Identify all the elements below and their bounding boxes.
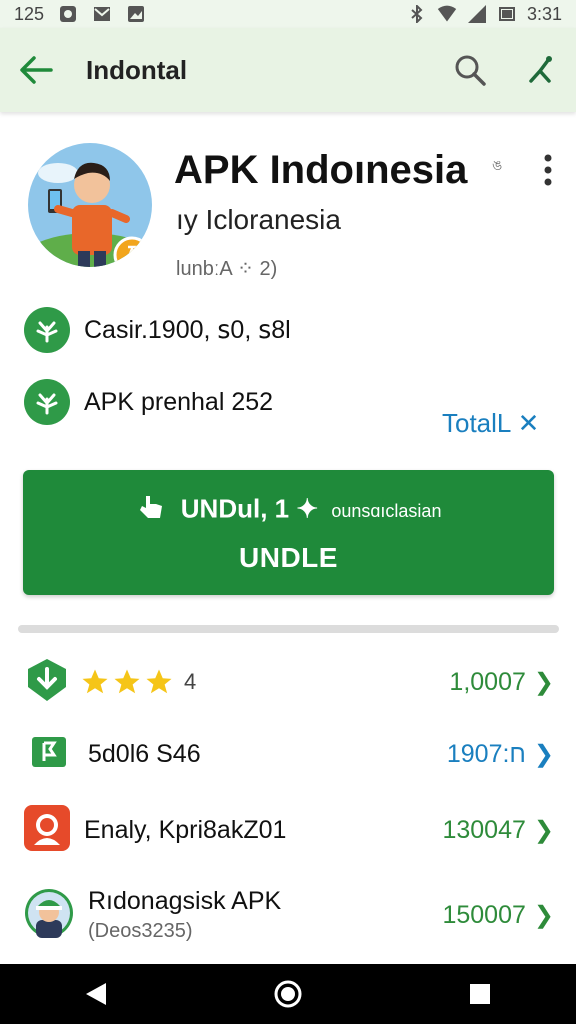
rating-value-text: 1,0007 <box>449 667 526 696</box>
download-line1: UNDul, 1 ✦ ounsɑıclasian <box>23 492 554 529</box>
app-title: APK Indoınesia <box>174 148 468 192</box>
signal-icon <box>467 4 487 24</box>
download-shield-icon <box>24 657 70 708</box>
list-item-related-app[interactable]: Enaly, Kpri8akZ01 130047 ❯ <box>24 802 554 858</box>
author-text: Rıdonagsisk APK <box>88 887 282 915</box>
list-item-version[interactable]: 5d0l6 S46 1ח:907 ❯ <box>24 726 554 782</box>
nav-home-icon[interactable] <box>263 969 313 1019</box>
nav-recents-icon[interactable] <box>455 969 505 1019</box>
download-line1-text: UNDul, 1 ✦ <box>180 493 319 524</box>
back-arrow-icon[interactable] <box>16 50 56 90</box>
star-rating <box>80 667 174 697</box>
version-row-value[interactable]: 1ח:907 ❯ <box>447 740 554 769</box>
bluetooth-icon <box>407 4 427 24</box>
related-app-value-text: 130047 <box>442 815 526 844</box>
related-app-value[interactable]: 130047 ❯ <box>442 816 554 845</box>
author-value[interactable]: 150007 ❯ <box>442 901 554 930</box>
total-link[interactable]: TotalL ✕ <box>442 408 539 439</box>
author-subtext: (Deos3235) <box>88 920 193 942</box>
star-icon <box>114 669 140 694</box>
download-line2: UNDLE <box>239 542 338 573</box>
status-time-right: 3:31 <box>526 3 562 24</box>
app-avatar <box>28 143 152 267</box>
app-bar-title: Indontal <box>86 54 188 85</box>
more-vert-icon[interactable] <box>528 150 568 190</box>
nav-back-icon[interactable] <box>71 969 121 1019</box>
image-icon <box>126 4 146 24</box>
version-row-text: 5d0l6 S46 <box>88 739 201 768</box>
share-icon[interactable] <box>520 50 560 90</box>
info-row-size: Casir.1900, ꜱ0, ꜱ8l <box>24 306 554 354</box>
star-icon <box>82 669 108 694</box>
mail-icon <box>92 4 112 24</box>
app-bar: Indontal <box>0 28 576 112</box>
section-divider <box>18 625 559 633</box>
rating-value[interactable]: 1,0007 ❯ <box>449 668 554 697</box>
chevron-right-icon: ❯ <box>533 668 554 696</box>
wifi-icon <box>437 4 457 24</box>
author-avatar <box>24 888 74 943</box>
list-item-rating[interactable]: 4 1,0007 ❯ <box>24 654 554 710</box>
search-icon[interactable] <box>450 50 490 90</box>
star-icon <box>146 669 172 694</box>
status-time-left: 125 <box>14 3 45 24</box>
app-header: APK Indoınesia ঙ ıy Icloranesia lunbːA ⁘… <box>0 140 576 290</box>
battery-icon <box>497 4 517 24</box>
developer-name[interactable]: ıy Icloranesia <box>176 204 341 236</box>
download-button[interactable]: UNDul, 1 ✦ ounsɑıclasian UNDLE <box>23 470 554 595</box>
system-nav-bar <box>0 964 576 1024</box>
status-bar: 125 3:31 <box>0 0 576 28</box>
info-apk-label: APK prenhal 252 <box>84 387 274 416</box>
download-hand-icon <box>136 492 166 529</box>
rating-count: 4 <box>184 669 197 694</box>
version-text: lunbːA ⁘ 2) <box>176 258 278 280</box>
app-thumb-icon <box>24 804 70 856</box>
download-line1-small: ounsɑıclasian <box>331 501 442 522</box>
notification-icon <box>58 4 78 24</box>
author-value-text: 150007 <box>442 900 526 929</box>
list-item-author[interactable]: Rıdonagsisk APK (Deos3235) 150007 ❯ <box>24 880 554 950</box>
info-size-label: Casir.1900, ꜱ0, ꜱ8l <box>84 316 291 344</box>
chevron-right-icon: ❯ <box>533 901 554 929</box>
title-badge: ঙ <box>492 157 503 173</box>
play-flag-icon <box>32 736 66 772</box>
android-leaf-icon <box>24 307 70 353</box>
chevron-right-icon: ❯ <box>533 740 554 768</box>
version-row-value-text: 1ח:907 <box>446 739 526 768</box>
related-app-text: Enaly, Kpri8akZ01 <box>84 815 287 844</box>
chevron-right-icon: ❯ <box>533 816 554 844</box>
android-leaf-icon <box>24 379 70 425</box>
